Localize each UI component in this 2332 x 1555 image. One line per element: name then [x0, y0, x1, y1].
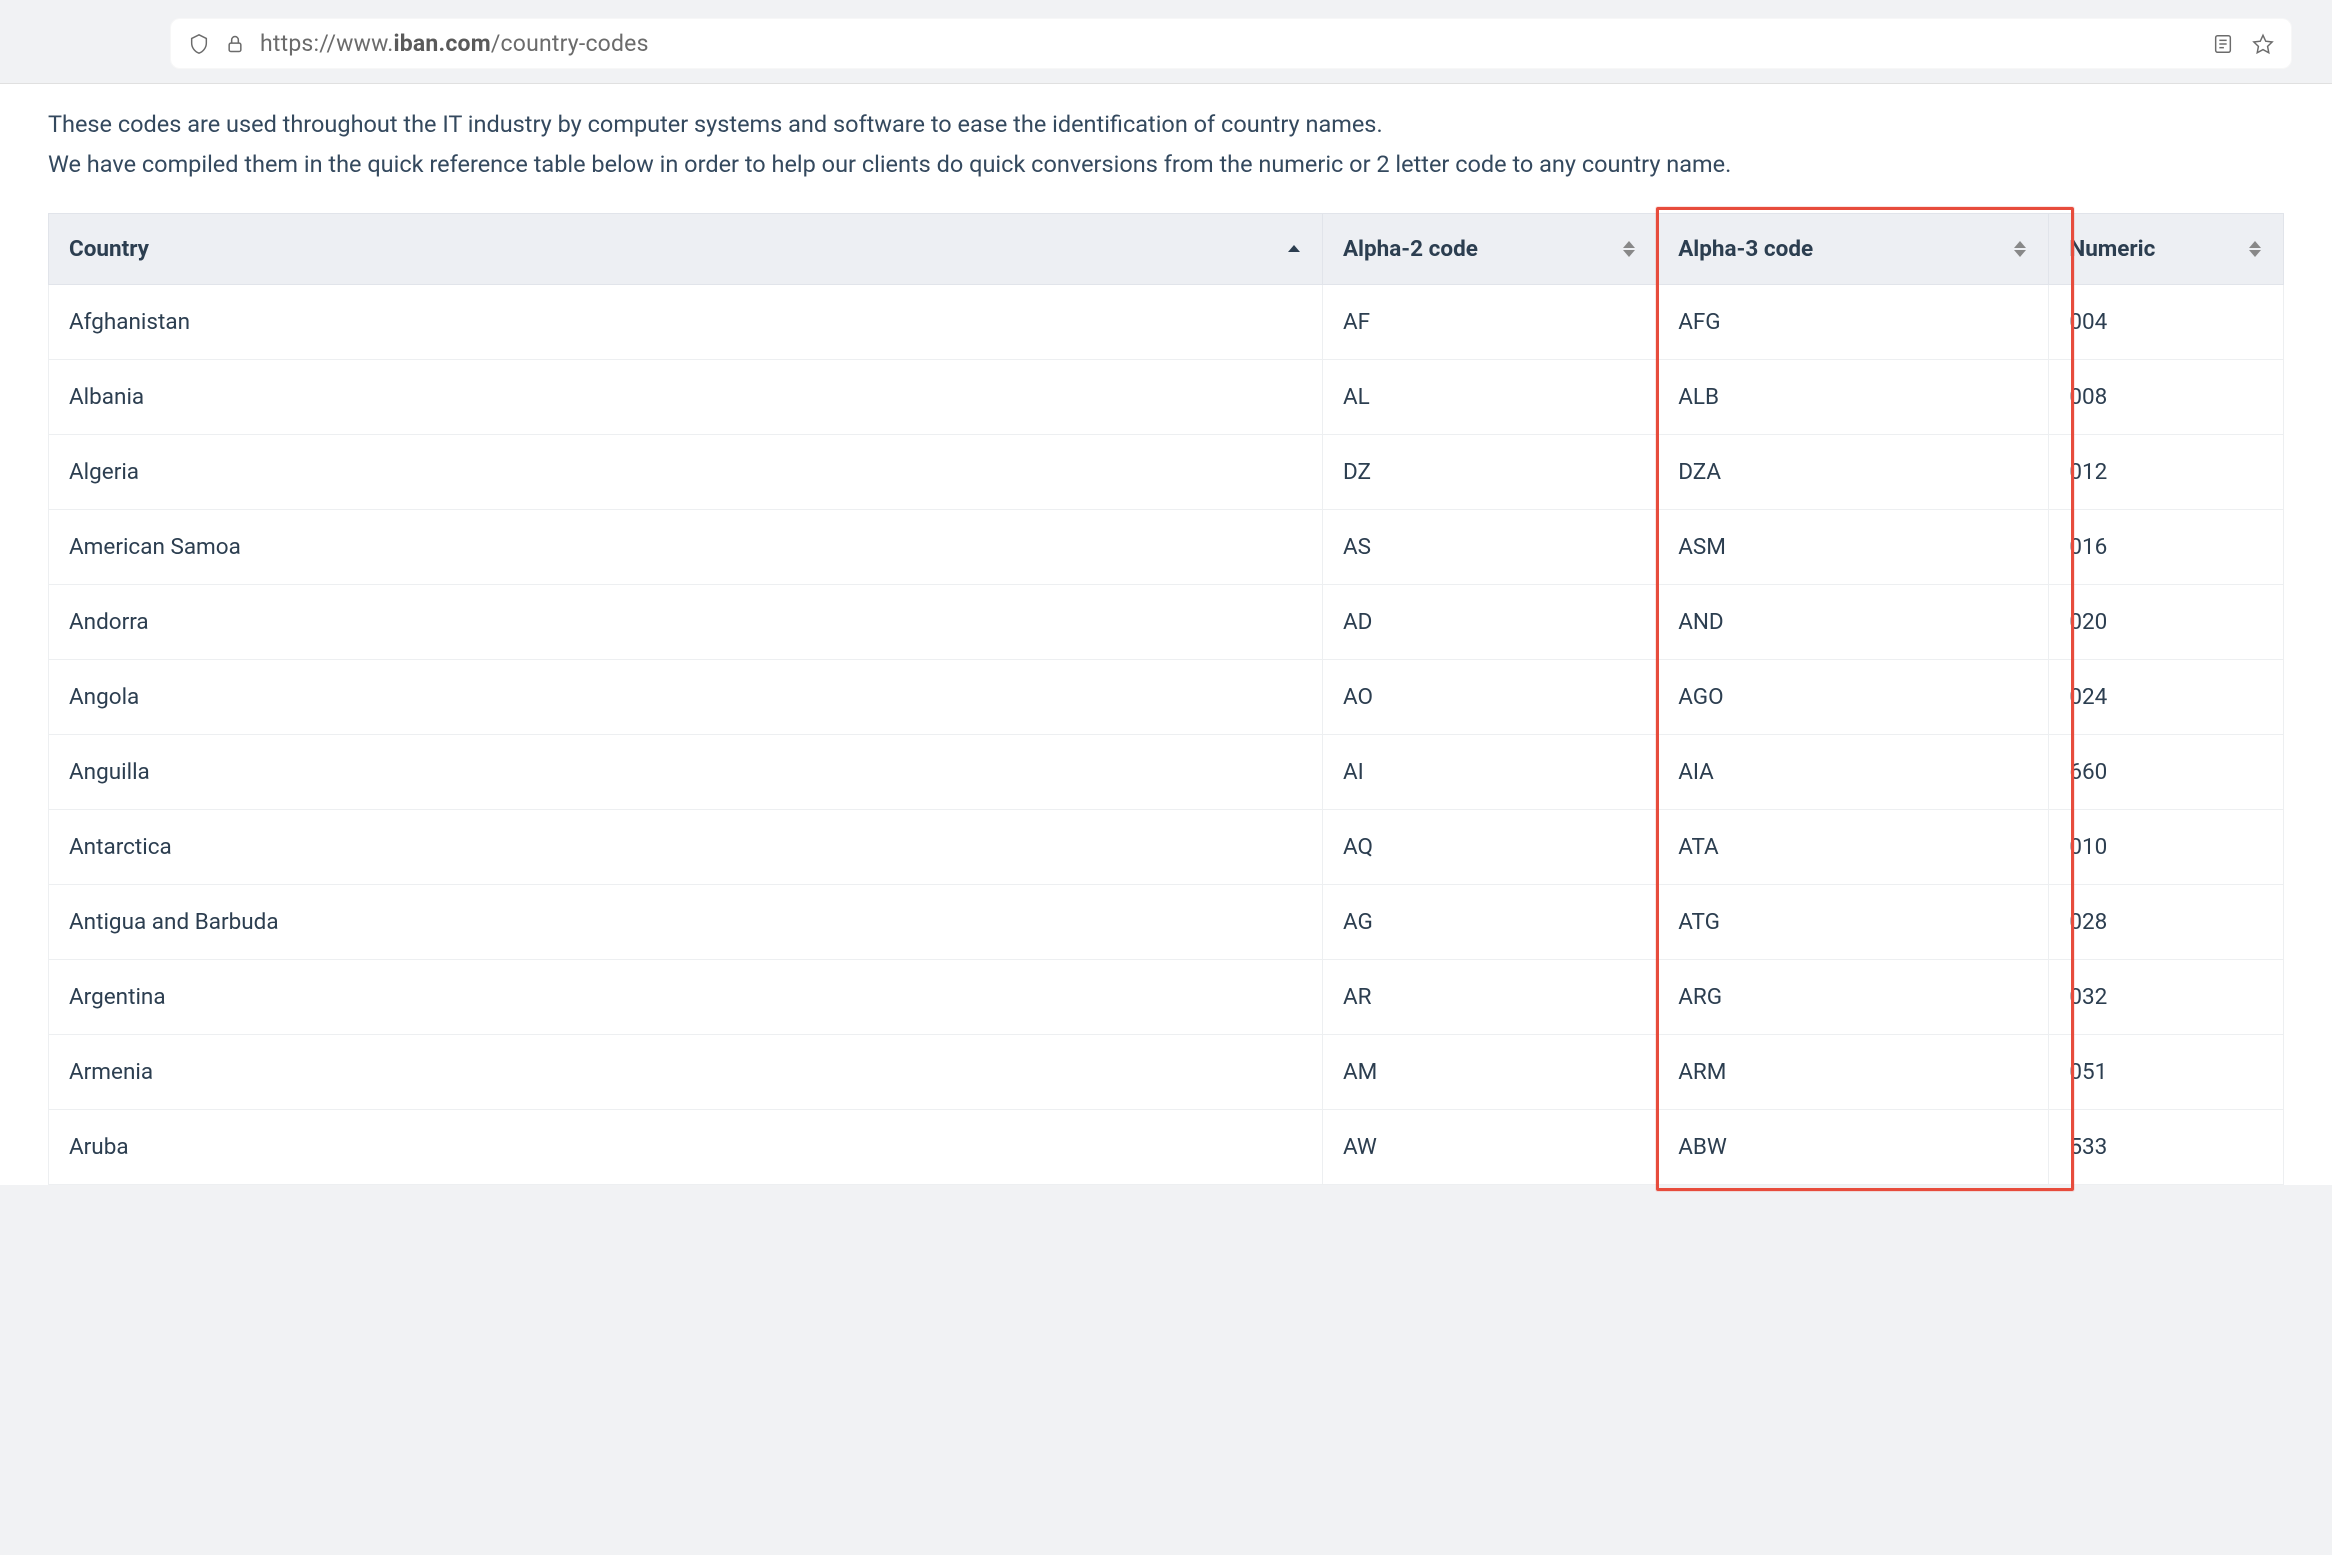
url-domain: iban.com	[393, 30, 490, 57]
cell-numeric: 004	[2049, 284, 2284, 359]
cell-alpha2: AG	[1322, 884, 1657, 959]
table-wrap: Country Alpha-2 code	[48, 213, 2284, 1185]
header-country-label: Country	[69, 236, 149, 262]
table-row: Antigua and BarbudaAGATG028	[49, 884, 2284, 959]
browser-chrome: https://www.iban.com/country-codes	[0, 0, 2332, 84]
cell-alpha3: AIA	[1658, 734, 2049, 809]
table-row: ArmeniaAMARM051	[49, 1034, 2284, 1109]
cell-country: Andorra	[49, 584, 1323, 659]
cell-country: American Samoa	[49, 509, 1323, 584]
cell-alpha3: AND	[1658, 584, 2049, 659]
cell-numeric: 032	[2049, 959, 2284, 1034]
header-alpha2[interactable]: Alpha-2 code	[1322, 213, 1657, 284]
cell-alpha2: AM	[1322, 1034, 1657, 1109]
intro-line-1: These codes are used throughout the IT i…	[48, 106, 2284, 142]
table-row: ArubaAWABW533	[49, 1109, 2284, 1184]
url-text[interactable]: https://www.iban.com/country-codes	[260, 30, 2198, 57]
cell-alpha2: DZ	[1322, 434, 1657, 509]
url-right-icons	[2212, 33, 2274, 55]
table-row: AngolaAOAGO024	[49, 659, 2284, 734]
cell-alpha3: ATG	[1658, 884, 2049, 959]
table-row: AntarcticaAQATA010	[49, 809, 2284, 884]
cell-numeric: 051	[2049, 1034, 2284, 1109]
cell-alpha2: AS	[1322, 509, 1657, 584]
cell-country: Anguilla	[49, 734, 1323, 809]
intro-line-2: We have compiled them in the quick refer…	[48, 146, 2284, 182]
cell-country: Antarctica	[49, 809, 1323, 884]
cell-country: Afghanistan	[49, 284, 1323, 359]
table-row: AndorraADAND020	[49, 584, 2284, 659]
sort-asc-icon	[1288, 240, 1302, 258]
sort-both-icon	[2014, 240, 2028, 258]
table-header-row: Country Alpha-2 code	[49, 213, 2284, 284]
cell-numeric: 024	[2049, 659, 2284, 734]
cell-numeric: 028	[2049, 884, 2284, 959]
cell-alpha2: AR	[1322, 959, 1657, 1034]
header-numeric-label: Numeric	[2069, 236, 2155, 262]
cell-numeric: 016	[2049, 509, 2284, 584]
cell-numeric: 660	[2049, 734, 2284, 809]
sort-both-icon	[2249, 240, 2263, 258]
table-row: AnguillaAIAIA660	[49, 734, 2284, 809]
sort-both-icon	[1623, 240, 1637, 258]
cell-country: Angola	[49, 659, 1323, 734]
cell-country: Argentina	[49, 959, 1323, 1034]
header-alpha3-label: Alpha-3 code	[1678, 236, 1813, 262]
cell-numeric: 008	[2049, 359, 2284, 434]
header-numeric[interactable]: Numeric	[2049, 213, 2284, 284]
cell-alpha3: ABW	[1658, 1109, 2049, 1184]
cell-alpha2: AQ	[1322, 809, 1657, 884]
cell-numeric: 020	[2049, 584, 2284, 659]
cell-alpha3: ALB	[1658, 359, 2049, 434]
intro-text: These codes are used throughout the IT i…	[48, 106, 2284, 183]
cell-alpha2: AI	[1322, 734, 1657, 809]
table-row: AlgeriaDZDZA012	[49, 434, 2284, 509]
table-row: AfghanistanAFAFG004	[49, 284, 2284, 359]
cell-alpha2: AF	[1322, 284, 1657, 359]
cell-numeric: 533	[2049, 1109, 2284, 1184]
cell-numeric: 012	[2049, 434, 2284, 509]
cell-country: Armenia	[49, 1034, 1323, 1109]
cell-alpha2: AW	[1322, 1109, 1657, 1184]
header-alpha2-label: Alpha-2 code	[1343, 236, 1478, 262]
cell-numeric: 010	[2049, 809, 2284, 884]
cell-country: Aruba	[49, 1109, 1323, 1184]
lock-icon[interactable]	[224, 33, 246, 55]
table-row: AlbaniaALALB008	[49, 359, 2284, 434]
cell-alpha3: AGO	[1658, 659, 2049, 734]
table-row: American SamoaASASM016	[49, 509, 2284, 584]
cell-alpha3: ARM	[1658, 1034, 2049, 1109]
url-bar[interactable]: https://www.iban.com/country-codes	[170, 18, 2292, 69]
cell-alpha3: DZA	[1658, 434, 2049, 509]
cell-alpha2: AL	[1322, 359, 1657, 434]
url-prefix: https://www.	[260, 30, 393, 57]
bookmark-star-icon[interactable]	[2252, 33, 2274, 55]
cell-alpha3: ARG	[1658, 959, 2049, 1034]
cell-alpha3: ATA	[1658, 809, 2049, 884]
cell-country: Antigua and Barbuda	[49, 884, 1323, 959]
cell-alpha3: ASM	[1658, 509, 2049, 584]
cell-country: Albania	[49, 359, 1323, 434]
shield-icon[interactable]	[188, 33, 210, 55]
country-codes-table: Country Alpha-2 code	[48, 213, 2284, 1185]
page-content: These codes are used throughout the IT i…	[0, 84, 2332, 1185]
cell-alpha2: AO	[1322, 659, 1657, 734]
cell-country: Algeria	[49, 434, 1323, 509]
table-row: ArgentinaARARG032	[49, 959, 2284, 1034]
header-alpha3[interactable]: Alpha-3 code	[1658, 213, 2049, 284]
reader-mode-icon[interactable]	[2212, 33, 2234, 55]
header-country[interactable]: Country	[49, 213, 1323, 284]
cell-alpha3: AFG	[1658, 284, 2049, 359]
cell-alpha2: AD	[1322, 584, 1657, 659]
url-bar-wrap: https://www.iban.com/country-codes	[170, 18, 2292, 69]
url-path: /country-codes	[491, 30, 649, 57]
